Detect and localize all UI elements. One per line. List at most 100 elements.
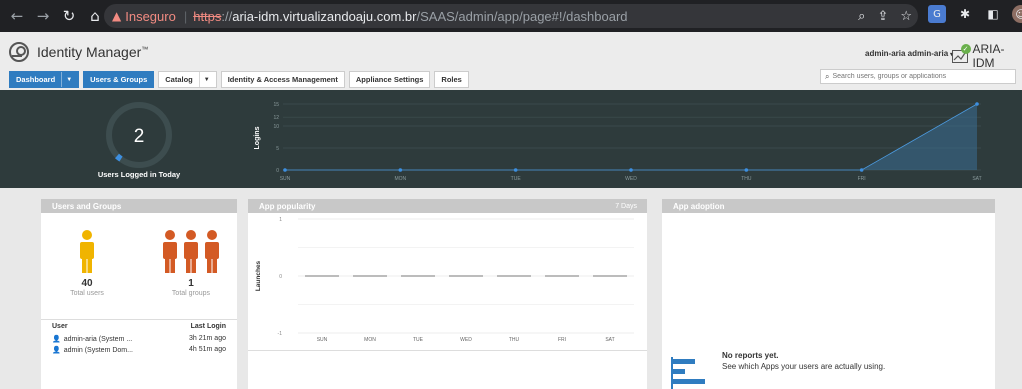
x-tick-label: SAT xyxy=(972,176,981,182)
trademark: ™ xyxy=(141,46,149,54)
warning-icon: ▲ xyxy=(112,9,122,23)
global-search[interactable]: ⌕ xyxy=(820,69,1016,84)
identity-manager-logo-icon xyxy=(9,42,29,62)
chevron-down-icon[interactable]: ▼ xyxy=(198,72,210,87)
divider xyxy=(41,319,237,320)
recent-users-list: User Last Login 👤 admin-aria (System ... … xyxy=(52,323,226,357)
app-popularity-title: App popularity xyxy=(259,201,316,211)
y-tick-label: -1 xyxy=(278,331,283,337)
share-icon[interactable]: ⇪ xyxy=(877,9,888,24)
app-adoption-title: App adoption xyxy=(673,201,725,211)
series-area xyxy=(285,104,977,170)
extensions-puzzle-icon[interactable]: ✱ xyxy=(956,5,974,23)
zoom-icon[interactable]: ⌕ xyxy=(858,9,865,24)
gauge-fill xyxy=(115,153,123,162)
series-line xyxy=(285,103,978,171)
app-popularity-panel: App popularity 7 Days 1 0 -1 Launches SUN MON… xyxy=(248,199,647,389)
x-tick-label: TUE xyxy=(413,337,424,343)
tab-appliance-settings-label: Appliance Settings xyxy=(355,75,424,84)
tab-dashboard[interactable]: Dashboard ▼ xyxy=(9,71,80,88)
users-groups-panel: Users and Groups 40 Total users 1 Total … xyxy=(41,199,237,389)
back-icon[interactable]: ← xyxy=(4,3,30,29)
logged-in-label: Users Logged in Today xyxy=(97,170,181,179)
recent-users-header: User Last Login xyxy=(52,323,226,330)
tenant-name: ARIA-IDM xyxy=(972,42,1005,70)
tenant-badge: ✓ ARIA-IDM xyxy=(952,42,1022,70)
x-tick-label: MON xyxy=(364,337,376,343)
group-figures-icon xyxy=(163,230,219,273)
y-tick-label: 0 xyxy=(279,274,282,280)
last-login-time: 3h 21m ago xyxy=(189,335,226,342)
last-login-time: 4h 51m ago xyxy=(189,346,226,353)
url-sep: :// xyxy=(221,8,233,24)
x-tick-label: SUN xyxy=(280,176,291,182)
y-tick-label: 10 xyxy=(273,124,279,130)
tab-dashboard-label: Dashboard xyxy=(16,75,56,84)
app-header: Identity Manager™ admin-aria admin-aria ▾… xyxy=(0,32,1022,90)
users-groups-header: Users and Groups xyxy=(41,199,237,213)
tab-users-groups[interactable]: Users & Groups xyxy=(83,71,155,88)
bookmark-star-icon[interactable]: ☆ xyxy=(900,9,912,24)
y-tick-label: 5 xyxy=(276,146,279,152)
logins-chart: 15 12 10 5 0 Logins SUN MON TUE WED THU FRI SAT xyxy=(254,102,982,182)
translate-extension-icon[interactable]: G xyxy=(928,5,946,23)
user-name: admin-aria (System ... xyxy=(63,335,133,343)
app-popularity-header: App popularity 7 Days xyxy=(248,199,647,213)
app-adoption-header: App adoption xyxy=(662,199,995,213)
app-title: Identity Manager™ xyxy=(37,44,148,60)
user-figure-icon xyxy=(80,230,94,273)
list-item[interactable]: 👤 admin (System Dom... 4h 51m ago xyxy=(52,346,226,354)
data-point xyxy=(513,168,518,172)
users-groups-title: Users and Groups xyxy=(52,201,122,211)
y-tick-label: 0 xyxy=(276,168,279,174)
col-last-login: Last Login xyxy=(190,323,226,330)
user-menu[interactable]: admin-aria admin-aria ▾ xyxy=(865,49,953,58)
tab-roles-label: Roles xyxy=(441,75,462,84)
y-axis-label: Launches xyxy=(255,260,262,291)
tab-identity-access-label: Identity & Access Management xyxy=(227,75,338,84)
url-path: /SAAS/admin/app/page#!/dashboard xyxy=(416,8,628,24)
data-point xyxy=(398,168,403,172)
chevron-down-icon[interactable]: ▼ xyxy=(61,72,72,87)
tab-identity-access[interactable]: Identity & Access Management xyxy=(220,71,345,88)
url-host: aria-idm.virtualizandoaju.com.br xyxy=(232,8,417,24)
tab-appliance-settings[interactable]: Appliance Settings xyxy=(348,71,431,88)
total-users-count: 40 xyxy=(81,278,93,289)
total-groups-stat: 1 Total groups xyxy=(161,278,221,297)
browser-toolbar: ← → ↻ ⌂ ▲ Inseguro | https://aria-idm.vi… xyxy=(0,0,1022,32)
x-tick-label: SAT xyxy=(605,337,614,343)
security-label: Inseguro xyxy=(125,8,176,24)
data-point xyxy=(975,102,979,106)
total-users-label: Total users xyxy=(70,290,104,297)
profile-avatar-icon[interactable]: ☺ xyxy=(1012,5,1022,23)
empty-state: No reports yet. See which Apps your user… xyxy=(722,351,885,371)
data-point xyxy=(629,168,633,172)
logo-base xyxy=(12,55,22,57)
search-input[interactable] xyxy=(832,73,1008,80)
x-tick-label: MON xyxy=(394,176,406,182)
reload-icon[interactable]: ↻ xyxy=(56,3,82,29)
app-title-text: Identity Manager xyxy=(37,44,142,60)
address-bar[interactable]: ▲ Inseguro | https://aria-idm.virtualiza… xyxy=(104,4,918,28)
forward-icon[interactable]: → xyxy=(30,3,56,29)
app-adoption-panel: App adoption No reports yet. See which A… xyxy=(662,199,995,389)
x-tick-label: SUN xyxy=(317,337,328,343)
search-icon: ⌕ xyxy=(825,71,830,81)
tab-users-groups-label: Users & Groups xyxy=(90,75,148,84)
list-item[interactable]: 👤 admin-aria (System ... 3h 21m ago xyxy=(52,335,226,343)
side-panel-icon[interactable]: ◧ xyxy=(984,5,1002,23)
divider xyxy=(248,350,647,351)
bar-chart-icon xyxy=(671,357,705,389)
user-name: admin (System Dom... xyxy=(63,346,133,354)
empty-state-description: See which Apps your users are actually u… xyxy=(722,362,886,371)
time-range-label: 7 Days xyxy=(615,202,637,210)
y-tick-label: 12 xyxy=(273,115,279,121)
tab-roles[interactable]: Roles xyxy=(434,71,469,88)
x-tick-label: THU xyxy=(509,337,520,343)
data-point xyxy=(283,168,287,172)
person-icon: 👤 xyxy=(52,335,61,343)
total-groups-count: 1 xyxy=(188,278,194,289)
user-menu-label: admin-aria admin-aria xyxy=(865,49,949,58)
data-point xyxy=(859,168,864,172)
tab-catalog[interactable]: Catalog ▼ xyxy=(158,71,217,88)
